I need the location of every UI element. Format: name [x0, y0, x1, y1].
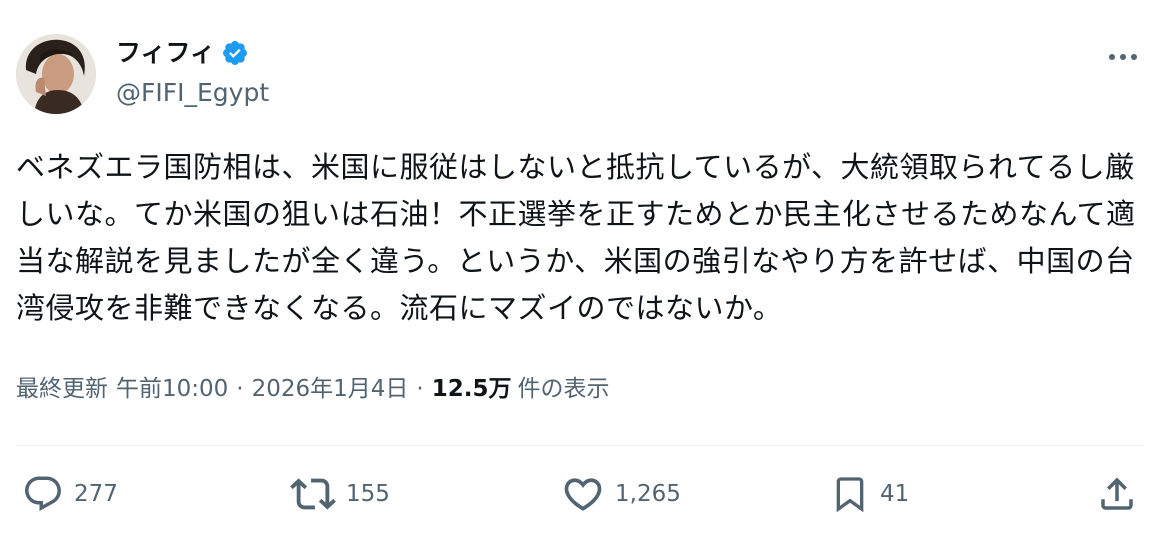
tweet-card: フィフィ @FIFI_Egypt ベネズエラ国防相は、米国に服従はしないと抵抗し…	[0, 0, 1165, 549]
repost-count: 155	[346, 481, 390, 507]
meta-separator: ·	[236, 376, 244, 402]
avatar-photo-icon	[16, 34, 96, 114]
tweet-time[interactable]: 午前10:00	[116, 373, 228, 405]
repost-button[interactable]: 155	[290, 468, 390, 520]
divider	[16, 445, 1145, 446]
tweet-meta: 最終更新 午前10:00 · 2026年1月4日 · 12.5万 件の表示	[16, 373, 609, 405]
reply-icon	[25, 476, 61, 511]
reply-button[interactable]: 277	[22, 468, 118, 520]
bookmark-icon	[836, 477, 864, 513]
display-name[interactable]: フィフィ	[116, 38, 215, 68]
author-avatar[interactable]	[16, 34, 96, 114]
verified-badge-icon[interactable]	[221, 39, 249, 67]
meta-separator-2: ·	[416, 376, 424, 402]
updated-label: 最終更新	[16, 376, 108, 402]
tweet-text: ベネズエラ国防相は、米国に服従はしないと抵抗しているが、大統領取られてるし厳しい…	[16, 150, 1136, 325]
action-bar: 277 155 1,265 41	[0, 468, 1165, 520]
like-icon	[564, 478, 602, 511]
share-icon	[1101, 477, 1133, 510]
share-button[interactable]	[1096, 468, 1138, 520]
views-label: 件の表示	[517, 376, 610, 402]
views-count[interactable]: 12.5万	[432, 373, 512, 405]
like-button[interactable]: 1,265	[561, 468, 681, 520]
display-name-row: フィフィ	[116, 38, 249, 68]
like-count: 1,265	[615, 481, 681, 507]
author-handle[interactable]: @FIFI_Egypt	[116, 78, 269, 108]
bookmark-button[interactable]: 41	[830, 468, 909, 520]
tweet-date[interactable]: 2026年1月4日	[252, 373, 409, 405]
bookmark-count: 41	[880, 481, 910, 507]
reply-count: 277	[74, 481, 118, 507]
more-options-button[interactable]	[1103, 42, 1143, 72]
more-dots-icon	[1109, 54, 1137, 60]
repost-icon	[290, 478, 336, 510]
